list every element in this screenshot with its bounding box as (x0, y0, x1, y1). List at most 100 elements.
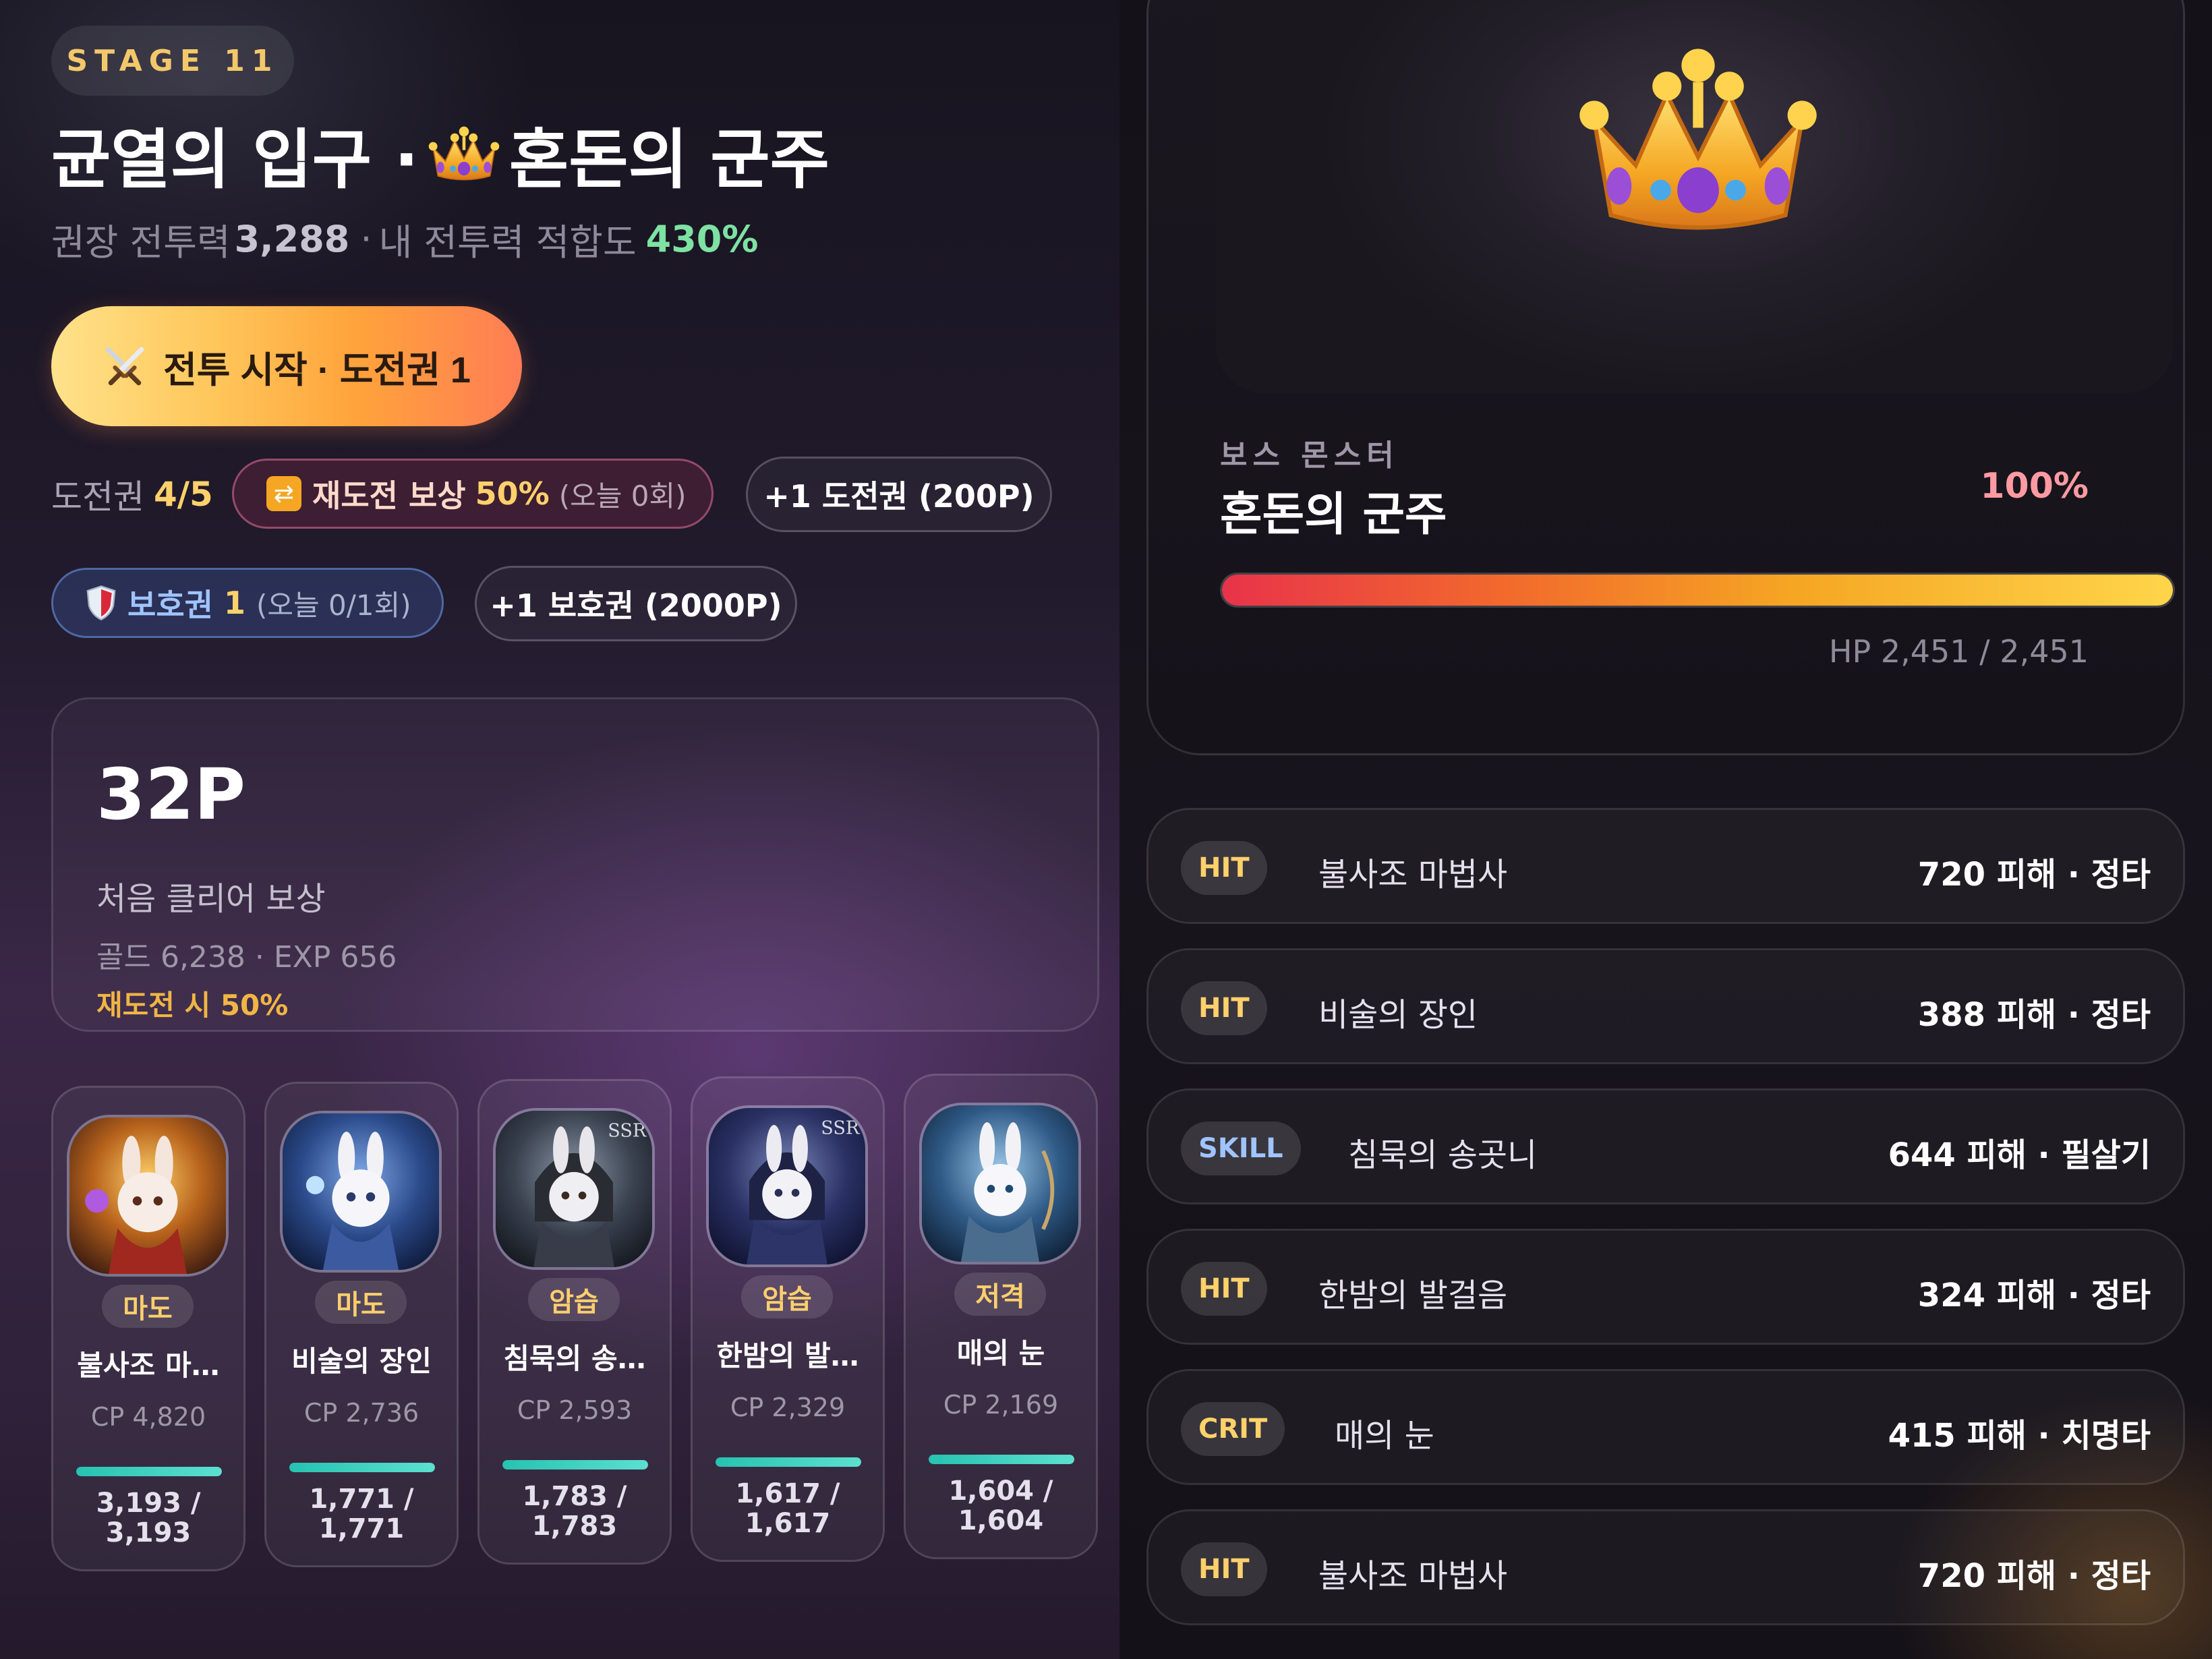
hero-name: 침묵의 송… (503, 1342, 646, 1375)
hero-hp-fill (929, 1455, 1074, 1464)
boss-hp-fill (1222, 575, 2173, 606)
stage-panel: STAGE 11 균열의 입구 · 혼돈의 군주 권장 전투력 3,288 · … (0, 0, 1119, 1659)
log-attacker: 불사조 마법사 (1318, 1557, 1508, 1595)
svg-text:SSR: SSR (608, 1121, 647, 1142)
crown-icon (1573, 36, 1823, 245)
hero-cp: CP 4,820 (90, 1402, 206, 1432)
fit-value: 430% (645, 217, 759, 260)
hero-hp-bar (502, 1460, 648, 1469)
hero-hp-bar (76, 1467, 222, 1476)
hero-hp-max: 1,617 (745, 1508, 831, 1539)
hero-role: 마도 (315, 1281, 407, 1324)
hero-card[interactable]: 저격 매의 눈 CP 2,169 1,604 /1,604 (904, 1074, 1098, 1559)
hero-card[interactable]: SSR 암습 침묵의 송… CP 2,593 1,783 /1,783 (477, 1079, 672, 1565)
power-info: 권장 전투력 3,288 · 내 전투력 적합도 430% (51, 213, 758, 264)
hero-cp: CP 2,736 (303, 1398, 419, 1428)
svg-text:SSR: SSR (821, 1118, 861, 1139)
title-boss: 혼돈의 군주 (508, 121, 830, 198)
battle-log-row: SKILL 침묵의 송곳니 644 피해 · 필살기 (1146, 1088, 2185, 1204)
hero-name: 한밤의 발… (716, 1339, 859, 1372)
hero-hp-fill (289, 1463, 435, 1472)
hero-hp-fill (716, 1457, 861, 1467)
hero-role: 암습 (528, 1278, 620, 1321)
log-attacker: 매의 눈 (1335, 1417, 1434, 1455)
battle-log-row: HIT 불사조 마법사 720 피해 · 정타 (1146, 808, 2185, 924)
buy-ticket-button[interactable]: +1 도전권 (200P) (746, 457, 1052, 532)
hero-hp: 1,604 /1,604 (906, 1476, 1096, 1536)
shield-today: (오늘 0/1회) (256, 588, 411, 622)
log-attacker: 비술의 장인 (1318, 996, 1478, 1034)
hero-role: 저격 (954, 1273, 1046, 1316)
hero-hp-bar (929, 1455, 1074, 1464)
retry-reward-note: 재도전 시 50% (96, 989, 289, 1022)
hero-hp-current: 1,617 / (735, 1478, 840, 1509)
retry-reward-label: 재도전 보상 (312, 477, 466, 514)
ticket-count: 도전권 4/5 (51, 456, 213, 533)
hero-card[interactable]: SSR 암습 한밤의 발… CP 2,329 1,617 /1,617 (691, 1076, 885, 1562)
shield-count: 1 (223, 585, 245, 621)
log-attacker: 불사조 마법사 (1318, 856, 1508, 894)
ticket-value: 4/5 (154, 475, 213, 514)
boss-hp-text: HP 2,451 / 2,451 (1828, 633, 2089, 670)
hero-hp: 1,617 /1,617 (693, 1479, 883, 1538)
ticket-row: 도전권 4/5 ⇄ 재도전 보상 50% (오늘 0회) +1 도전권 (200… (51, 456, 1103, 533)
log-result: 388 피해 · 정타 (1917, 996, 2151, 1034)
log-result: 644 피해 · 필살기 (1888, 1136, 2151, 1174)
log-result: 720 피해 · 정타 (1917, 1557, 2151, 1595)
hero-hp-bar (716, 1457, 861, 1467)
hero-cp: CP 2,593 (517, 1395, 633, 1425)
stage-badge: STAGE 11 (51, 26, 294, 96)
hero-hp-max: 1,604 (958, 1505, 1044, 1536)
boss-hp-bar (1220, 573, 2175, 608)
fit-label: 내 전투력 적합도 (378, 221, 637, 264)
hero-hp-current: 1,783 / (522, 1481, 627, 1512)
hero-hp-fill (76, 1467, 222, 1476)
battle-log-row: CRIT 매의 눈 415 피해 · 치명타 (1146, 1369, 2185, 1485)
reward-points: 32P (96, 753, 245, 836)
first-clear-label: 처음 클리어 보상 (96, 880, 326, 918)
retry-reward-badge: ⇄ 재도전 보상 50% (오늘 0회) (232, 459, 714, 529)
log-result: 720 피해 · 정타 (1917, 856, 2151, 894)
reward-card: 32P 처음 클리어 보상 골드 6,238 · EXP 656 재도전 시 5… (51, 697, 1099, 1032)
boss-hp-percent: 100% (1980, 466, 2089, 506)
hero-role: 암습 (741, 1275, 833, 1318)
hero-hp-current: 1,771 / (309, 1484, 414, 1515)
shield-badge: 보호권 1 (오늘 0/1회) (51, 568, 444, 638)
retry-reward-percent: 50% (475, 475, 550, 512)
battle-log-row: HIT 불사조 마법사 720 피해 · 정타 (1146, 1509, 2185, 1625)
log-tag: HIT (1181, 841, 1267, 895)
hero-name: 비술의 장인 (291, 1345, 432, 1378)
log-attacker: 한밤의 발걸음 (1318, 1277, 1508, 1314)
retry-reward-today: (오늘 0회) (558, 479, 687, 513)
log-tag: HIT (1181, 1262, 1267, 1316)
battle-panel: 보스 몬스터 혼돈의 군주 100% HP 2,451 / 2,451 HIT … (1119, 0, 2212, 1659)
hero-hp: 1,771 /1,771 (266, 1484, 457, 1544)
hero-hp: 3,193 /3,193 (53, 1488, 243, 1548)
hero-hp-current: 1,604 / (948, 1476, 1053, 1507)
hero-party: 마도 불사조 마… CP 4,820 3,193 /3,193 마도 비술의 장… (51, 1074, 1103, 1571)
hero-hp-max: 1,783 (531, 1511, 618, 1542)
hero-hp-max: 1,771 (318, 1513, 405, 1544)
boss-name: 혼돈의 군주 (1220, 488, 1447, 542)
start-battle-button[interactable]: 전투 시작 · 도전권 1 (51, 306, 522, 426)
crossed-swords-icon (105, 347, 144, 386)
log-attacker: 침묵의 송곳니 (1348, 1136, 1538, 1174)
battle-log-row: HIT 한밤의 발걸음 324 피해 · 정타 (1146, 1229, 2185, 1345)
log-result: 324 피해 · 정타 (1917, 1277, 2151, 1314)
hero-role: 마도 (102, 1285, 194, 1328)
buy-shield-button[interactable]: +1 보호권 (2000P) (475, 566, 797, 641)
hero-portrait (67, 1115, 229, 1277)
hero-card[interactable]: 마도 불사조 마… CP 4,820 3,193 /3,193 (51, 1086, 245, 1571)
log-tag: HIT (1181, 981, 1267, 1035)
crown-icon (427, 121, 501, 186)
shield-icon (86, 585, 116, 621)
hero-card[interactable]: 마도 비술의 장인 CP 2,736 1,771 /1,771 (264, 1082, 459, 1567)
hero-portrait (919, 1103, 1081, 1264)
hero-hp-max: 3,193 (105, 1517, 192, 1548)
hero-hp: 1,783 /1,783 (479, 1482, 670, 1541)
hero-portrait (280, 1111, 442, 1273)
boss-card: 보스 몬스터 혼돈의 군주 100% HP 2,451 / 2,451 (1146, 0, 2185, 755)
hero-name: 불사조 마… (77, 1349, 220, 1382)
recommend-label: 권장 전투력 (51, 221, 231, 264)
battle-log-row: HIT 비술의 장인 388 피해 · 정타 (1146, 948, 2185, 1064)
